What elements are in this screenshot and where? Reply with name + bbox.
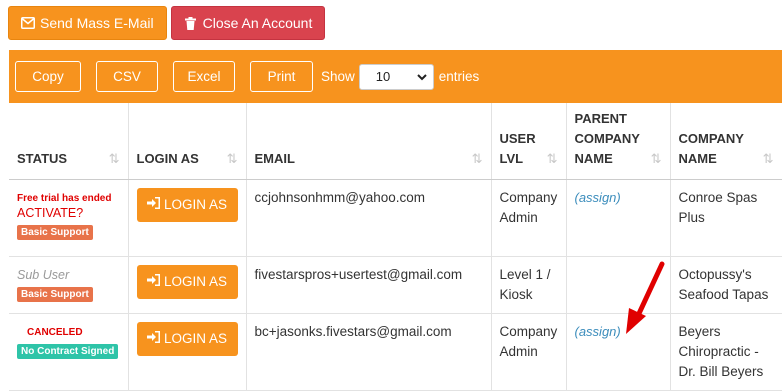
csv-button[interactable]: CSV: [96, 61, 158, 92]
contract-badge: No Contract Signed: [17, 343, 119, 359]
activate-link[interactable]: ACTIVATE?: [17, 205, 120, 221]
status-cell: Free trial has ended ACTIVATE? Basic Sup…: [9, 179, 129, 257]
sort-icon: ⇅: [650, 150, 662, 166]
table-toolbar: Copy CSV Excel Print Show 10 entries: [9, 50, 782, 103]
support-badge: Basic Support: [17, 224, 93, 240]
login-as-label: LOGIN AS: [163, 330, 228, 346]
header-status[interactable]: STATUS ⇅: [9, 103, 129, 180]
entries-label: entries: [438, 69, 480, 84]
login-as-button[interactable]: LOGIN AS: [136, 321, 238, 356]
table-header-row: STATUS ⇅ LOGIN AS ⇅ EMAIL ⇅ USER LVL ⇅ PAREN…: [9, 103, 782, 180]
header-company-name-label: COMPANY NAME: [678, 130, 744, 166]
user-lvl-cell: Level 1 / Kiosk: [491, 256, 567, 314]
header-status-label: STATUS: [17, 150, 68, 166]
status-text: CANCELED: [27, 326, 83, 338]
login-as-button[interactable]: LOGIN AS: [136, 264, 238, 299]
assign-link[interactable]: (assign): [575, 324, 621, 339]
company-name-cell: Conroe Spas Plus: [670, 179, 782, 257]
copy-label: Copy: [32, 69, 64, 84]
print-button[interactable]: Print: [250, 61, 313, 92]
status-cell: Sub User Basic Support: [9, 256, 129, 314]
sort-icon: ⇅: [471, 150, 483, 166]
chevron-down-icon: [417, 69, 427, 84]
login-as-label: LOGIN AS: [163, 196, 228, 212]
table-row: Free trial has ended ACTIVATE? Basic Sup…: [9, 179, 782, 257]
show-label: Show: [321, 69, 355, 84]
envelope-icon: [21, 16, 35, 30]
support-badge: Basic Support: [17, 286, 93, 302]
csv-label: CSV: [113, 69, 141, 84]
sign-in-icon: [146, 195, 160, 215]
assign-link[interactable]: (assign): [575, 190, 621, 205]
accounts-table: STATUS ⇅ LOGIN AS ⇅ EMAIL ⇅ USER LVL ⇅ PAREN…: [9, 103, 782, 391]
header-login-as[interactable]: LOGIN AS ⇅: [128, 103, 247, 180]
print-label: Print: [267, 69, 296, 84]
email-cell: fivestarspros+usertest@gmail.com: [246, 256, 492, 314]
sign-in-icon: [146, 329, 160, 349]
excel-button[interactable]: Excel: [173, 61, 235, 92]
header-login-as-label: LOGIN AS: [136, 150, 199, 166]
excel-label: Excel: [187, 69, 221, 84]
sort-icon: ⇅: [762, 150, 774, 166]
sort-icon: ⇅: [546, 150, 558, 166]
annotation-arrow-icon: [626, 261, 665, 334]
entries-select-value: 10: [375, 69, 391, 84]
login-as-label: LOGIN AS: [163, 273, 228, 289]
company-name-cell: Octopussy's Seafood Tapas: [670, 256, 782, 314]
header-user-lvl-label: USER LVL: [499, 130, 536, 166]
login-cell: LOGIN AS: [128, 256, 247, 314]
header-parent-company-label: PARENT COMPANY NAME: [574, 110, 640, 166]
sort-icon: ⇅: [108, 150, 120, 166]
login-cell: LOGIN AS: [128, 313, 247, 391]
status-text: Free trial has ended: [17, 192, 112, 204]
email-cell: bc+jasonks.fivestars@gmail.com: [246, 313, 492, 391]
user-lvl-cell: Company Admin: [491, 179, 567, 257]
parent-company-cell: (assign): [566, 179, 671, 257]
entries-select[interactable]: 10: [358, 63, 434, 90]
sort-icon: ⇅: [226, 150, 238, 166]
header-email-label: EMAIL: [254, 150, 295, 166]
top-actions: Send Mass E-Mail Close An Account: [8, 6, 326, 40]
status-text: Sub User: [17, 267, 70, 282]
user-lvl-cell: Company Admin: [491, 313, 567, 391]
header-email[interactable]: EMAIL ⇅: [246, 103, 492, 180]
company-name-cell: Beyers Chiropractic - Dr. Bill Beyers: [670, 313, 782, 391]
send-mass-email-label: Send Mass E-Mail: [40, 15, 154, 31]
status-cell: CANCELED No Contract Signed: [9, 313, 129, 391]
trash-icon: [184, 16, 198, 30]
header-company-name[interactable]: COMPANY NAME ⇅: [670, 103, 782, 180]
send-mass-email-button[interactable]: Send Mass E-Mail: [8, 6, 167, 40]
header-parent-company-name[interactable]: PARENT COMPANY NAME ⇅: [566, 103, 671, 180]
login-cell: LOGIN AS: [128, 179, 247, 257]
close-account-button[interactable]: Close An Account: [170, 6, 326, 40]
copy-button[interactable]: Copy: [15, 61, 81, 92]
header-user-lvl[interactable]: USER LVL ⇅: [491, 103, 567, 180]
login-as-button[interactable]: LOGIN AS: [136, 187, 238, 222]
sign-in-icon: [146, 272, 160, 292]
close-account-label: Close An Account: [202, 15, 313, 31]
email-cell: ccjohnsonhmm@yahoo.com: [246, 179, 492, 257]
